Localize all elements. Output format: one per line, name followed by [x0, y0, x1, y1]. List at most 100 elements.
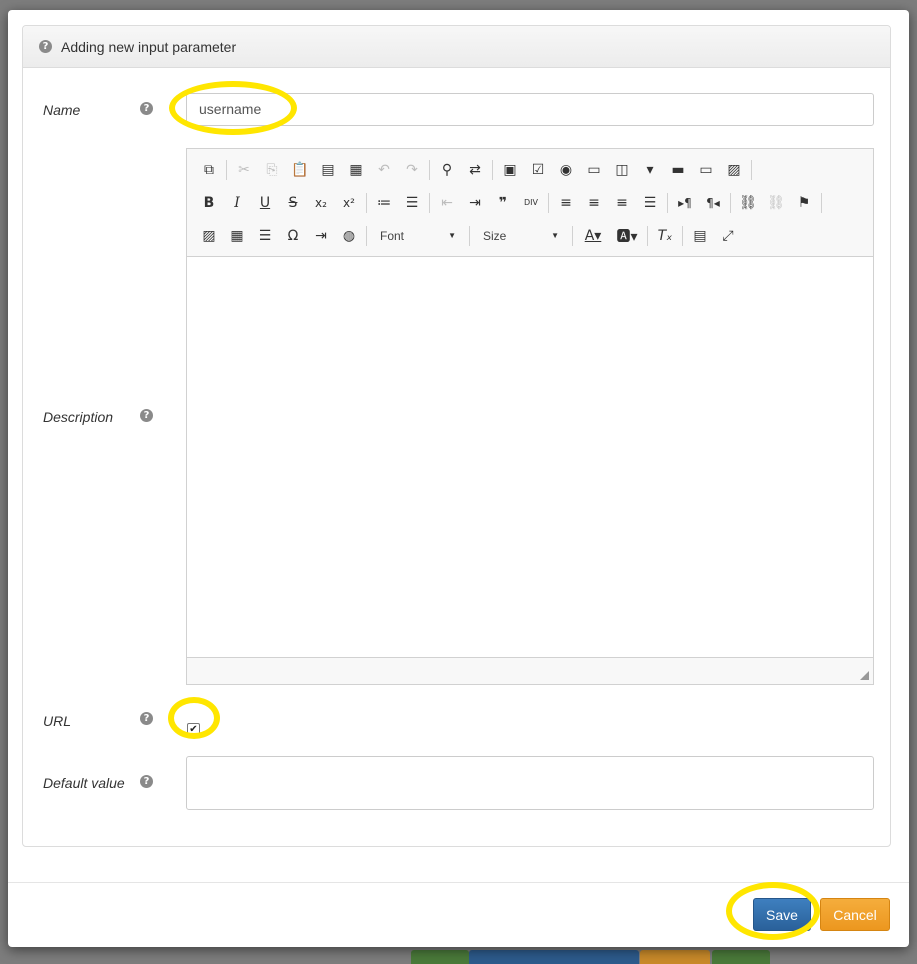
toolbar-separator	[492, 159, 493, 180]
description-label: Description	[43, 409, 114, 425]
underline-icon[interactable]: U	[251, 190, 279, 216]
div-icon[interactable]: DIV	[517, 190, 545, 216]
redo-icon[interactable]: ↷	[398, 157, 426, 183]
form-icon[interactable]: ▣	[496, 157, 524, 183]
image-icon[interactable]: ▨	[195, 223, 223, 249]
anchor-icon[interactable]: ⚑	[790, 190, 818, 216]
highlight-ellipse	[169, 81, 297, 135]
bulleted-list-icon[interactable]: ☰	[398, 190, 426, 216]
highlight-ellipse	[168, 697, 220, 739]
url-label: URL	[43, 713, 72, 729]
default-value-label: Default value	[43, 775, 125, 791]
toolbar-separator	[647, 225, 648, 246]
highlight-ellipse	[726, 882, 820, 940]
horizontal-rule-icon[interactable]: ☰	[251, 223, 279, 249]
toolbar-separator	[682, 225, 683, 246]
align-center-icon[interactable]: ≡	[580, 190, 608, 216]
toolbar-separator	[429, 192, 430, 213]
resize-handle[interactable]	[860, 671, 869, 680]
link-icon[interactable]: ⛓	[734, 190, 762, 216]
paste-icon[interactable]: 📋	[286, 157, 314, 183]
size-combo-label: Size	[483, 228, 507, 243]
rtl-icon[interactable]: ¶◂	[699, 190, 727, 216]
text-color-icon[interactable]: A▾	[576, 223, 610, 249]
toolbar-separator	[821, 192, 822, 213]
indent-icon[interactable]: ⇥	[461, 190, 489, 216]
font-combo-label: Font	[380, 228, 405, 243]
hidden-field-icon[interactable]: ▨	[720, 157, 748, 183]
page-break-icon[interactable]: ⇥	[307, 223, 335, 249]
iframe-icon[interactable]: ◍	[335, 223, 363, 249]
paste-text-icon[interactable]: ▤	[314, 157, 342, 183]
background-button	[712, 950, 770, 964]
maximize-icon[interactable]: ⤢	[714, 223, 742, 249]
editor-footer	[187, 657, 873, 684]
cancel-button[interactable]: Cancel	[820, 898, 890, 931]
textfield-icon[interactable]: ▭	[580, 157, 608, 183]
chevron-down-icon: ▼	[551, 231, 559, 240]
toolbar-separator	[429, 159, 430, 180]
unlink-icon[interactable]: ⛓	[762, 190, 790, 216]
align-right-icon[interactable]: ≡	[608, 190, 636, 216]
button-icon[interactable]: ▬	[664, 157, 692, 183]
modal-dialog: ? Adding new input parameter Name ? user…	[8, 10, 909, 947]
checkbox-icon[interactable]: ☑	[524, 157, 552, 183]
blockquote-icon[interactable]: ❞	[489, 190, 517, 216]
toolbar-row: B I U S x₂ x² ≔ ☰ ⇤ ⇥ ❞ DIV ≡ ≡ ≡ ☰ ▸¶ ¶…	[195, 186, 873, 219]
form-panel: ? Adding new input parameter Name ? user…	[22, 25, 891, 847]
name-label: Name	[43, 102, 81, 118]
strike-icon[interactable]: S	[279, 190, 307, 216]
question-circle-icon: ?	[39, 40, 52, 53]
help-icon[interactable]: ?	[140, 712, 153, 725]
default-value-textarea[interactable]	[186, 756, 874, 810]
help-icon[interactable]: ?	[140, 775, 153, 788]
toolbar-separator	[751, 159, 752, 180]
special-char-icon[interactable]: Ω	[279, 223, 307, 249]
subscript-icon[interactable]: x₂	[307, 190, 335, 216]
show-blocks-icon[interactable]: ▤	[686, 223, 714, 249]
cut-icon[interactable]: ✂	[230, 157, 258, 183]
toolbar-separator	[667, 192, 668, 213]
toolbar-separator	[730, 192, 731, 213]
panel-heading: ? Adding new input parameter	[23, 26, 890, 68]
find-icon[interactable]: ⚲	[433, 157, 461, 183]
remove-format-icon[interactable]: Tₓ	[651, 223, 679, 249]
superscript-icon[interactable]: x²	[335, 190, 363, 216]
image-button-icon[interactable]: ▭	[692, 157, 720, 183]
background-button	[640, 950, 710, 964]
copy-icon[interactable]: ⎘	[258, 157, 286, 183]
help-icon[interactable]: ?	[140, 409, 153, 422]
italic-icon[interactable]: I	[223, 190, 251, 216]
bold-icon[interactable]: B	[195, 190, 223, 216]
toolbar-separator	[226, 159, 227, 180]
ltr-icon[interactable]: ▸¶	[671, 190, 699, 216]
bg-color-icon[interactable]: 🅰▾	[610, 223, 644, 249]
toolbar-separator	[366, 192, 367, 213]
background-button	[469, 950, 639, 964]
size-combo[interactable]: Size ▼	[477, 224, 565, 248]
undo-icon[interactable]: ↶	[370, 157, 398, 183]
help-icon[interactable]: ?	[140, 102, 153, 115]
chevron-down-icon: ▼	[448, 231, 456, 240]
toolbar-separator	[548, 192, 549, 213]
paste-word-icon[interactable]: ▦	[342, 157, 370, 183]
editor-content-area[interactable]	[187, 257, 873, 657]
toolbar-separator	[366, 225, 367, 246]
outdent-icon[interactable]: ⇤	[433, 190, 461, 216]
table-icon[interactable]: ▦	[223, 223, 251, 249]
toolbar-row: ▨ ▦ ☰ Ω ⇥ ◍ Font ▼ Size ▼ A▾ 🅰▾ Tₓ ▤ ⤢	[195, 219, 873, 252]
toolbar-row: ⧉ ✂ ⎘ 📋 ▤ ▦ ↶ ↷ ⚲ ⇄ ▣ ☑ ◉ ▭ ◫ ▾ ▬ ▭ ▨	[195, 153, 873, 186]
numbered-list-icon[interactable]: ≔	[370, 190, 398, 216]
justify-icon[interactable]: ☰	[636, 190, 664, 216]
radio-icon[interactable]: ◉	[552, 157, 580, 183]
select-icon[interactable]: ▾	[636, 157, 664, 183]
rich-text-editor: ⧉ ✂ ⎘ 📋 ▤ ▦ ↶ ↷ ⚲ ⇄ ▣ ☑ ◉ ▭ ◫ ▾ ▬ ▭ ▨ B …	[186, 148, 874, 685]
editor-toolbar: ⧉ ✂ ⎘ 📋 ▤ ▦ ↶ ↷ ⚲ ⇄ ▣ ☑ ◉ ▭ ◫ ▾ ▬ ▭ ▨ B …	[187, 149, 873, 257]
source-icon[interactable]: ⧉	[195, 157, 223, 183]
textarea-icon[interactable]: ◫	[608, 157, 636, 183]
font-combo[interactable]: Font ▼	[374, 224, 462, 248]
align-left-icon[interactable]: ≡	[552, 190, 580, 216]
background-button	[411, 950, 469, 964]
toolbar-separator	[469, 225, 470, 246]
replace-icon[interactable]: ⇄	[461, 157, 489, 183]
